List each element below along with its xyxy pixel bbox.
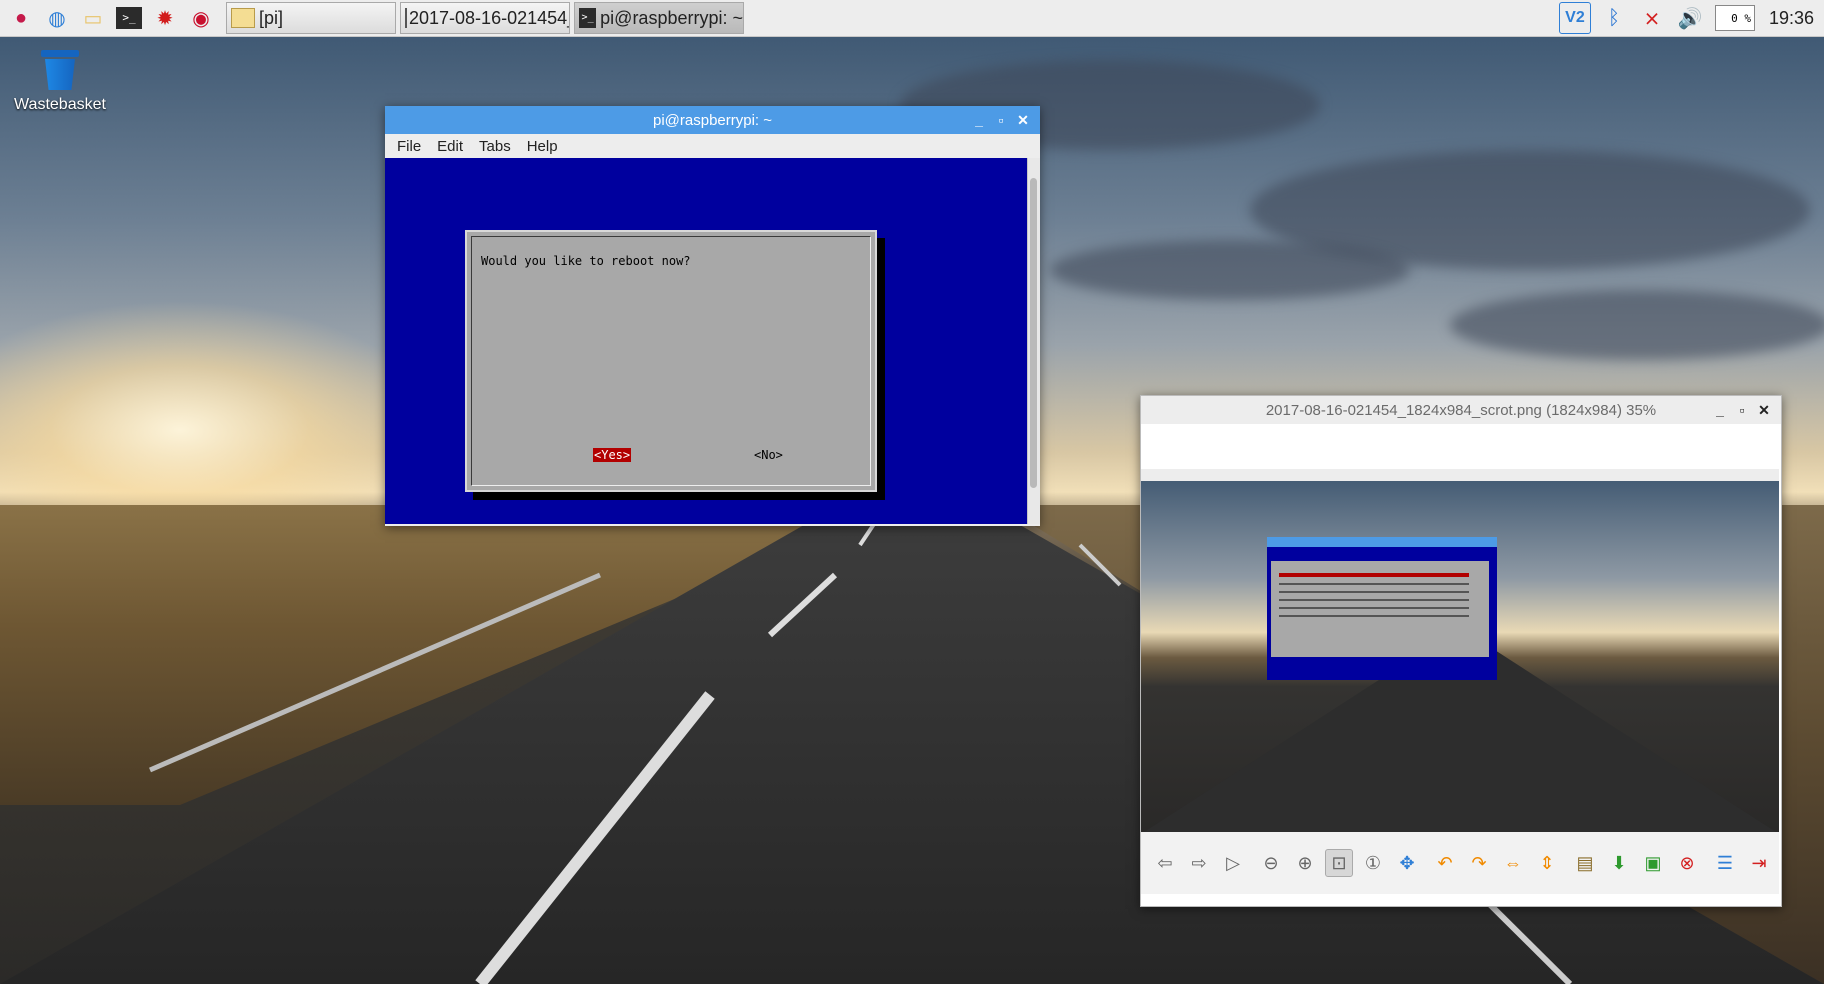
close-icon[interactable]: ✕: [1012, 109, 1034, 131]
task-file-manager[interactable]: [pi]: [226, 2, 396, 34]
screenshot-thumbnail[interactable]: [1141, 469, 1779, 832]
scroll-thumb[interactable]: [1030, 178, 1037, 488]
task-terminal[interactable]: >_ pi@raspberrypi: ~: [574, 2, 744, 34]
dialog-message: Would you like to reboot now?: [481, 254, 691, 268]
task-image-viewer[interactable]: 2017-08-16-021454_...: [400, 2, 570, 34]
menu-help[interactable]: Help: [527, 138, 558, 155]
viewer-canvas: ⇦ ⇨ ▷ ⊖ ⊕ ⊡ ① ✥ ↶ ↷ ⇔ ⇕ ▤ ⬇ ▣ ⊗ ☰ ⇥: [1141, 424, 1779, 894]
clock[interactable]: 19:36: [1769, 8, 1814, 29]
image-viewer-window: 2017-08-16-021454_1824x984_scrot.png (18…: [1140, 395, 1782, 907]
task-label: pi@raspberrypi: ~: [600, 7, 743, 28]
original-size-icon[interactable]: ①: [1359, 849, 1387, 877]
quit-icon[interactable]: ⇥: [1745, 849, 1773, 877]
menu-edit[interactable]: Edit: [437, 138, 463, 155]
wastebasket-icon: [41, 50, 79, 90]
file-manager-icon[interactable]: ▭: [78, 3, 108, 33]
no-button[interactable]: <No>: [753, 448, 784, 462]
next-icon[interactable]: ⇨: [1185, 849, 1213, 877]
flip-vertical-icon[interactable]: ⇕: [1533, 849, 1561, 877]
slideshow-icon[interactable]: ▷: [1219, 849, 1247, 877]
preferences-icon[interactable]: ☰: [1711, 849, 1739, 877]
task-label: [pi]: [259, 7, 284, 28]
fit-window-icon[interactable]: ⊡: [1325, 849, 1353, 877]
network-icon[interactable]: ⨯: [1637, 3, 1667, 33]
viewer-toolbar: ⇦ ⇨ ▷ ⊖ ⊕ ⊡ ① ✥ ↶ ↷ ⇔ ⇕ ▤ ⬇ ▣ ⊗ ☰ ⇥: [1141, 832, 1779, 894]
minimize-icon[interactable]: _: [1709, 399, 1731, 421]
mathematica-icon[interactable]: ✹: [150, 3, 180, 33]
task-label: 2017-08-16-021454_...: [409, 7, 569, 28]
bluetooth-icon[interactable]: ᛒ: [1599, 3, 1629, 33]
cpu-value: 0 %: [1731, 11, 1751, 25]
taskbar: ● ◍ ▭ >_ ✹ ◉ [pi] 2017-08-16-021454_... …: [0, 0, 1824, 37]
open-file-icon[interactable]: ▤: [1571, 849, 1599, 877]
rotate-right-icon[interactable]: ↷: [1465, 849, 1493, 877]
terminal-menubar: File Edit Tabs Help: [385, 134, 1040, 158]
reboot-dialog: Would you like to reboot now? <Yes> <No>: [465, 230, 877, 492]
system-tray: V2 ᛒ ⨯ 🔊 0 % 19:36: [1551, 0, 1824, 36]
terminal-titlebar[interactable]: pi@raspberrypi: ~ _ ▫ ✕: [385, 106, 1040, 134]
maximize-icon[interactable]: ▫: [990, 109, 1012, 131]
zoom-in-icon[interactable]: ⊕: [1291, 849, 1319, 877]
wolfram-icon[interactable]: ◉: [186, 3, 216, 33]
menu-file[interactable]: File: [397, 138, 421, 155]
cloud: [1450, 290, 1824, 360]
yes-button[interactable]: <Yes>: [593, 448, 632, 462]
terminal-screen[interactable]: Would you like to reboot now? <Yes> <No>: [385, 158, 1038, 524]
terminal-scrollbar[interactable]: [1027, 158, 1040, 524]
image-icon: [405, 8, 407, 28]
fullscreen-icon[interactable]: ✥: [1393, 849, 1421, 877]
window-title: pi@raspberrypi: ~: [652, 111, 773, 129]
volume-icon[interactable]: 🔊: [1675, 3, 1705, 33]
save-icon[interactable]: ⬇: [1605, 849, 1633, 877]
terminal-window: pi@raspberrypi: ~ _ ▫ ✕ File Edit Tabs H…: [385, 106, 1040, 526]
vnc-icon[interactable]: V2: [1558, 2, 1591, 34]
terminal-icon: >_: [579, 8, 597, 28]
web-browser-icon[interactable]: ◍: [42, 3, 72, 33]
save-as-icon[interactable]: ▣: [1639, 849, 1667, 877]
window-title: 2017-08-16-021454_1824x984_scrot.png (18…: [1265, 401, 1657, 419]
close-icon[interactable]: ✕: [1753, 399, 1775, 421]
menu-tabs[interactable]: Tabs: [479, 138, 511, 155]
cpu-monitor[interactable]: 0 %: [1714, 5, 1755, 31]
raspberry-menu-icon[interactable]: ●: [6, 3, 36, 33]
viewer-titlebar[interactable]: 2017-08-16-021454_1824x984_scrot.png (18…: [1141, 396, 1781, 424]
delete-icon[interactable]: ⊗: [1673, 849, 1701, 877]
zoom-out-icon[interactable]: ⊖: [1257, 849, 1285, 877]
wastebasket-label: Wastebasket: [14, 96, 106, 113]
folder-icon: [231, 8, 255, 28]
rotate-left-icon[interactable]: ↶: [1431, 849, 1459, 877]
wastebasket[interactable]: Wastebasket: [10, 50, 110, 114]
maximize-icon[interactable]: ▫: [1731, 399, 1753, 421]
cloud: [1050, 240, 1410, 300]
terminal-icon[interactable]: >_: [114, 3, 144, 33]
minimize-icon[interactable]: _: [968, 109, 990, 131]
flip-horizontal-icon[interactable]: ⇔: [1499, 849, 1527, 877]
previous-icon[interactable]: ⇦: [1151, 849, 1179, 877]
